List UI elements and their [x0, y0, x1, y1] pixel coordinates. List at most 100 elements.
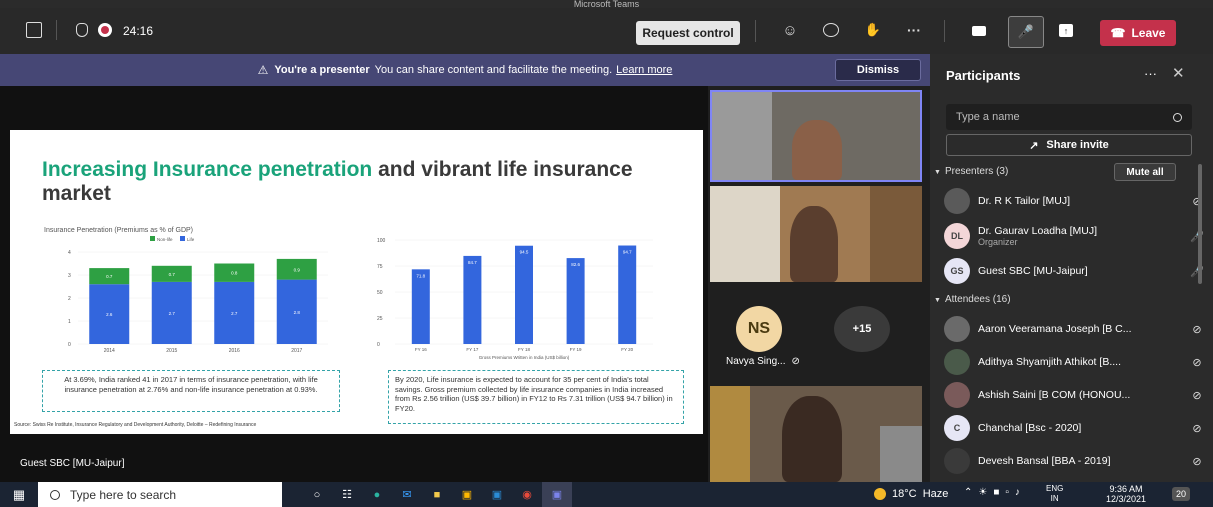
shared-screen: Increasing Insurance penetration and vib… [0, 86, 708, 482]
participant-name: Adithya Shyamjith Athikot [B.... [978, 356, 1121, 368]
meeting-timer: 24:16 [123, 24, 154, 38]
windows-start-icon[interactable]: ▦ [4, 482, 34, 507]
legend-swatch [180, 236, 185, 241]
data-label: 2.7 [169, 311, 176, 316]
dismiss-button[interactable]: Dismiss [835, 59, 921, 81]
avatar-navya[interactable]: NS [736, 306, 782, 352]
presenter-banner: ⚠ You're a presenter You can share conte… [0, 54, 930, 86]
x-tick-label: FY 20 [621, 347, 633, 352]
store-icon[interactable]: ▣ [452, 482, 482, 507]
request-control-button[interactable]: Request control [636, 21, 740, 45]
camera-icon[interactable] [972, 26, 986, 36]
video-tile-speaker[interactable] [710, 90, 922, 182]
shield-icon[interactable] [76, 23, 88, 37]
notification-badge[interactable]: 20 [1172, 487, 1190, 501]
data-label: 94.5 [520, 250, 529, 255]
recording-icon [98, 23, 112, 37]
more-participants-button[interactable]: +15 [834, 306, 890, 352]
x-tick-label: FY 17 [466, 347, 478, 352]
data-label: 2.8 [294, 310, 301, 315]
bar [566, 258, 585, 344]
y-tick-label: 75 [377, 264, 383, 270]
participant-name: Devesh Bansal [BBA - 2019] [978, 455, 1111, 467]
windows-taskbar: ▦ Type here to search ○ ☷ ● ✉ ■ ▣ ▣ ◉ ▣ … [0, 482, 1213, 507]
participant-row[interactable]: Adithya Shyamjith Athikot [B.... ⊘ [944, 349, 1204, 375]
share-tray-icon[interactable]: ↑ [1059, 24, 1073, 37]
data-label: 84.7 [468, 260, 477, 265]
clock[interactable]: 9:36 AM 12/3/2021 [1106, 484, 1146, 504]
participant-row[interactable]: GS Guest SBC [MU-Jaipur] 🎤 [944, 258, 1204, 284]
grid-icon[interactable] [26, 22, 42, 38]
participants-icon[interactable]: ☺ [780, 20, 800, 40]
outlook-icon[interactable]: ▣ [482, 482, 512, 507]
presentation-slide: Increasing Insurance penetration and vib… [10, 130, 703, 434]
participant-row[interactable]: DL Dr. Gaurav Loadha [MUJ] Organizer 🎤 [944, 223, 1204, 249]
avatar [944, 188, 970, 214]
mail-icon[interactable]: ✉ [392, 482, 422, 507]
y-tick-label: 0 [68, 342, 71, 348]
panel-title: Participants [946, 68, 1021, 83]
task-view-icon[interactable]: ☷ [332, 482, 362, 507]
participant-name: Chanchal [Bsc - 2020] [978, 422, 1082, 434]
learn-more-link[interactable]: Learn more [616, 64, 672, 76]
y-tick-label: 100 [377, 238, 386, 244]
participant-role: Organizer [978, 237, 1018, 247]
reactions-icon[interactable]: ✋ [864, 21, 882, 39]
participant-row[interactable]: Dr. R K Tailor [MUJ] ⊘ [944, 188, 1204, 214]
more-options-icon[interactable]: ··· [905, 21, 923, 39]
leave-button[interactable]: ☎ Leave [1100, 20, 1176, 46]
bar [411, 269, 430, 344]
weather-text[interactable]: 18°C Haze [892, 488, 948, 500]
cortana-icon[interactable]: ○ [302, 482, 332, 507]
participant-row[interactable]: Aaron Veeramana Joseph [B C... ⊘ [944, 316, 1204, 342]
data-label: 71.8 [416, 273, 425, 278]
more-icon[interactable]: ··· [1144, 66, 1157, 81]
participant-row[interactable]: Ashish Saini [B COM (HONOU... ⊘ [944, 382, 1204, 408]
close-icon[interactable]: ✕ [1172, 64, 1185, 82]
data-label: 0.7 [169, 272, 176, 277]
person-video [790, 206, 838, 282]
share-invite-button[interactable]: ↗ Share invite [946, 134, 1192, 156]
chart-title: Insurance Penetration (Premiums as % of … [44, 227, 193, 234]
chat-icon[interactable] [823, 23, 839, 37]
chrome-icon[interactable]: ◉ [512, 482, 542, 507]
data-label: 94.7 [623, 250, 632, 255]
video-tile-guest[interactable] [710, 386, 922, 482]
file-explorer-icon[interactable]: ■ [422, 482, 452, 507]
presenters-header[interactable]: ▼ Presenters (3) [934, 166, 1008, 177]
y-tick-label: 3 [68, 273, 71, 279]
tray-icons[interactable]: ⌃☀■▫♪ [964, 487, 1026, 498]
participants-panel: Participants ··· ✕ Type a name ↗ Share in… [930, 54, 1213, 482]
search-icon [50, 489, 60, 500]
presenter-label: Guest SBC [MU-Jaipur] [20, 458, 125, 469]
slide-title: Increasing Insurance penetration and vib… [42, 158, 633, 205]
participant-name: Aaron Veeramana Joseph [B C... [978, 323, 1132, 335]
x-tick-label: FY 16 [415, 347, 427, 352]
participant-row[interactable]: Devesh Bansal [BBA - 2019] ⊘ [944, 448, 1204, 474]
teams-icon[interactable]: ▣ [542, 482, 572, 507]
mic-muted-icon[interactable]: 🎤 [1008, 16, 1044, 48]
slide-source: Source: Swiss Re Institute, Insurance Re… [14, 422, 257, 428]
participant-name: Dr. R K Tailor [MUJ] [978, 195, 1070, 207]
edge-icon[interactable]: ● [362, 482, 392, 507]
window-title: Microsoft Teams [0, 0, 1213, 8]
y-tick-label: 2 [68, 296, 71, 302]
attendees-header[interactable]: ▼ Attendees (16) [934, 294, 1011, 305]
data-label: 2.7 [231, 311, 238, 316]
mute-all-button[interactable]: Mute all [1114, 163, 1176, 181]
mic-muted-icon: ⊘ [1192, 389, 1202, 402]
taskbar-search[interactable]: Type here to search [38, 482, 282, 507]
legend-label: Life [187, 237, 195, 242]
warning-icon: ⚠ [257, 63, 269, 77]
avatar: C [944, 415, 970, 441]
language-indicator[interactable]: ENG IN [1046, 484, 1063, 504]
scrollbar[interactable] [1198, 164, 1202, 284]
participant-name: Dr. Gaurav Loadha [MUJ] [978, 225, 1098, 237]
person-video [792, 120, 842, 180]
search-input[interactable]: Type a name [946, 104, 1192, 130]
avatar [944, 382, 970, 408]
video-tile-participant[interactable] [710, 186, 922, 282]
person-video [782, 396, 842, 482]
weather-icon [874, 488, 886, 500]
participant-row[interactable]: C Chanchal [Bsc - 2020] ⊘ [944, 415, 1204, 441]
